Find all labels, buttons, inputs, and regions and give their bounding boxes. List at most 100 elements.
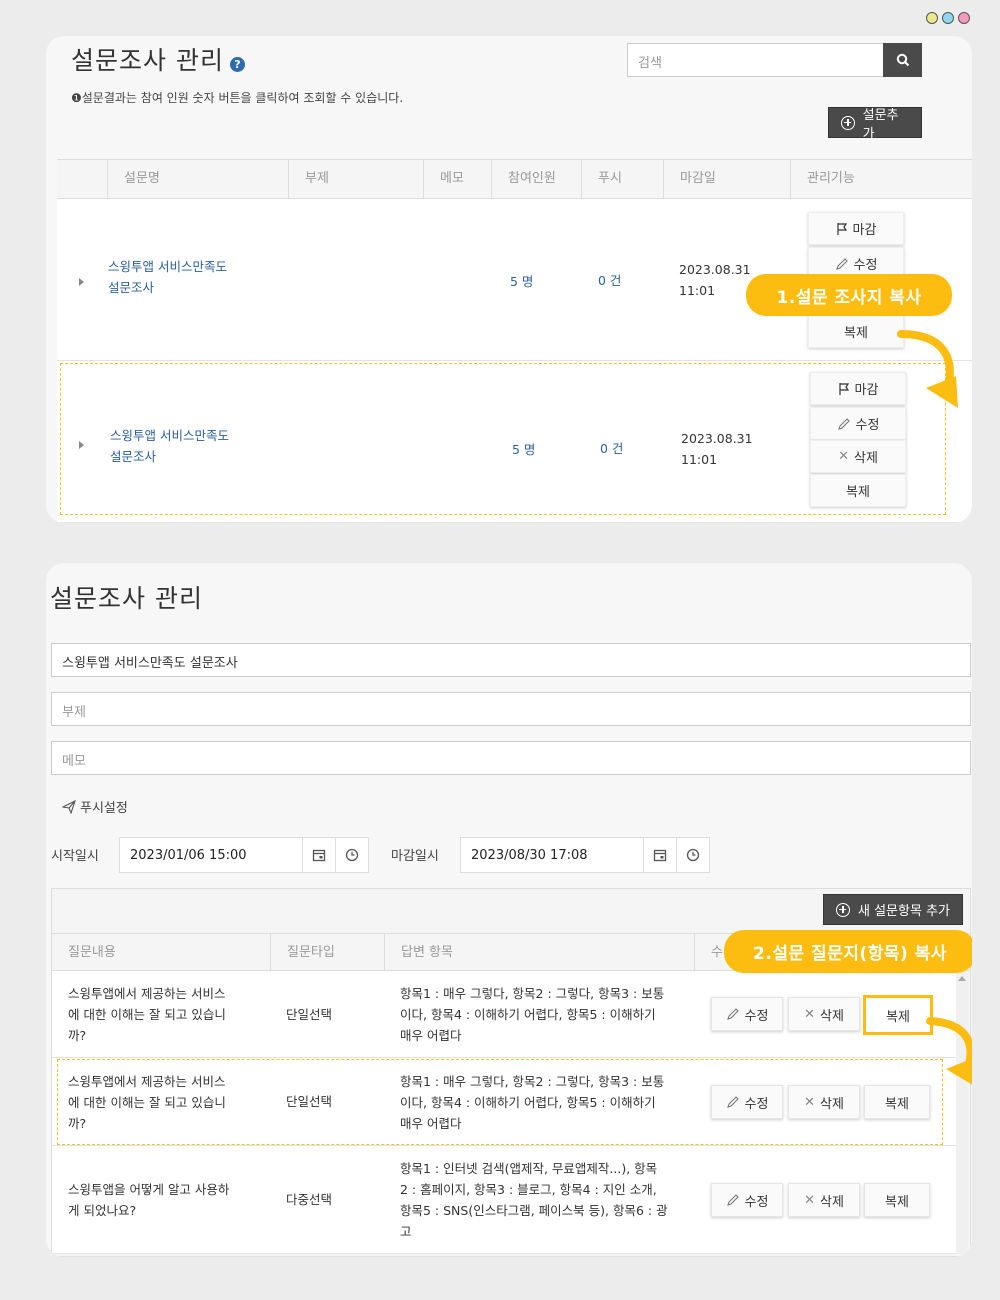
delete-label: 삭제 <box>819 1008 844 1024</box>
copy-label: 복제 <box>885 1194 909 1210</box>
copy-survey-button[interactable]: 복제 <box>808 315 904 348</box>
question-line: 스윙투앱에서 제공하는 서비스 <box>68 1074 226 1089</box>
calendar-icon[interactable] <box>302 838 335 872</box>
answer-line: 이다, 항목4 : 이해하기 어렵다, 항목5 : 이해하기 <box>400 1095 656 1110</box>
col-question: 질문내용 <box>68 945 116 960</box>
clock-icon[interactable] <box>335 838 368 872</box>
flag-icon <box>836 222 847 235</box>
edit-question-button[interactable]: 수정 <box>711 997 783 1031</box>
push-setting-link[interactable]: 푸시설정 <box>62 797 128 816</box>
delete-question-button[interactable]: ✕ 삭제 <box>788 997 860 1031</box>
question-text: 스윙투앱에서 제공하는 서비스 에 대한 이해는 잘 되고 있습니 까? <box>68 1071 226 1134</box>
answer-line: 매우 어렵다 <box>400 1028 462 1043</box>
col-deadline: 마감일 <box>663 160 790 198</box>
curved-arrow-icon <box>897 330 958 408</box>
add-question-label: 새 설문항목 추가 <box>858 904 950 919</box>
copy-question-button[interactable]: 복제 <box>864 1183 930 1217</box>
page-title: 설문조사 관리 <box>50 584 203 613</box>
expand-arrow-icon[interactable] <box>79 278 84 286</box>
deadline-date: 2023.08.31 <box>679 262 751 277</box>
copy-question-button[interactable]: 복제 <box>864 1085 930 1119</box>
edit-label: 수정 <box>744 1096 769 1112</box>
answer-items: 항목1 : 매우 그렇다, 항목2 : 그렇다, 항목3 : 보통 이다, 항목… <box>400 983 664 1046</box>
close-icon: ✕ <box>804 1006 815 1022</box>
delete-question-button[interactable]: ✕ 삭제 <box>788 1085 860 1119</box>
window-dot-pink[interactable] <box>958 12 970 24</box>
pencil-icon <box>726 1194 739 1206</box>
question-line: 스윙투앱을 어떻게 알고 사용하 <box>68 1182 230 1197</box>
delete-survey-button[interactable]: ✕ 삭제 <box>810 440 906 473</box>
delete-question-button[interactable]: ✕ 삭제 <box>788 1183 860 1217</box>
memo-input[interactable]: 메모 <box>51 741 971 775</box>
add-survey-label: 설문추가 <box>862 107 899 142</box>
edit-question-button[interactable]: 수정 <box>711 1183 783 1217</box>
answer-line: 항목1 : 인터넷 검색(앱제작, 무료앱제작...), 항목 <box>400 1161 658 1176</box>
search-button[interactable] <box>883 43 922 77</box>
add-question-button[interactable]: 새 설문항목 추가 <box>823 894 963 925</box>
col-memo: 메모 <box>423 160 491 198</box>
answer-items: 항목1 : 인터넷 검색(앱제작, 무료앱제작...), 항목 2 : 홈페이지… <box>400 1158 668 1242</box>
add-survey-button[interactable]: 설문추가 <box>828 107 922 142</box>
start-datetime-input[interactable]: 2023/01/06 15:00 <box>119 837 369 873</box>
question-type: 다중선택 <box>286 1192 333 1207</box>
survey-name-link[interactable]: 스윙투앱 서비스만족도 설문조사 <box>110 425 229 467</box>
paper-plane-icon <box>62 799 76 814</box>
window-dot-cyan[interactable] <box>942 12 954 24</box>
participants-count-button[interactable]: 5 명 <box>512 439 535 460</box>
search-input[interactable]: 검색 <box>627 43 884 77</box>
close-survey-button[interactable]: 마감 <box>808 212 904 245</box>
close-label: 마감 <box>852 223 877 238</box>
scroll-up-icon[interactable] <box>958 976 966 981</box>
survey-title-input[interactable]: 스윙투앱 서비스만족도 설문조사 <box>51 643 971 677</box>
answer-line: 매우 어렵다 <box>400 1116 462 1131</box>
col-subtitle: 부제 <box>288 160 423 198</box>
start-date-label: 시작일시 <box>51 849 99 864</box>
question-text: 스윙투앱에서 제공하는 서비스 에 대한 이해는 잘 되고 있습니 까? <box>68 983 226 1046</box>
callout-copy-question: 2.설문 질문지(항목) 복사 <box>724 930 972 973</box>
delete-label: 삭제 <box>853 451 878 466</box>
push-count[interactable]: 0 건 <box>600 438 623 459</box>
page-title: 설문조사 관리 <box>71 46 224 75</box>
survey-edit-panel: 설문조사 관리 스윙투앱 서비스만족도 설문조사 부제 메모 푸시설정 시작일시… <box>46 563 972 1257</box>
help-icon[interactable]: ? <box>229 57 245 72</box>
pencil-icon <box>726 1008 739 1020</box>
window-dot-yellow[interactable] <box>926 12 938 24</box>
expand-arrow-icon[interactable] <box>79 441 84 449</box>
edit-survey-button[interactable]: 수정 <box>810 407 906 440</box>
end-datetime-input[interactable]: 2023/08/30 17:08 <box>460 837 710 873</box>
window-controls <box>926 12 970 24</box>
close-icon: ✕ <box>838 449 849 464</box>
end-datetime-value: 2023/08/30 17:08 <box>471 847 588 863</box>
edit-label: 수정 <box>853 258 878 273</box>
question-line: 까? <box>68 1028 87 1043</box>
question-line: 에 대한 이해는 잘 되고 있습니 <box>68 1007 226 1022</box>
push-count[interactable]: 0 건 <box>598 270 621 291</box>
answer-line: 항목1 : 매우 그렇다, 항목2 : 그렇다, 항목3 : 보통 <box>400 986 665 1001</box>
copy-label: 복제 <box>886 1009 910 1025</box>
table-row: 스윙투앱 서비스만족도 설문조사 5 명 0 건 2023.08.31 11:0… <box>57 361 972 523</box>
answer-line: 이다, 항목4 : 이해하기 어렵다, 항목5 : 이해하기 <box>400 1007 656 1022</box>
edit-question-button[interactable]: 수정 <box>711 1085 783 1119</box>
close-survey-button[interactable]: 마감 <box>810 372 906 405</box>
start-datetime-value: 2023/01/06 15:00 <box>130 847 247 863</box>
table-row: 스윙투앱에서 제공하는 서비스 에 대한 이해는 잘 되고 있습니 까? 단일선… <box>52 1058 956 1146</box>
pencil-icon <box>726 1096 739 1108</box>
calendar-icon[interactable] <box>643 838 676 872</box>
answer-line: 고 <box>400 1224 412 1239</box>
clock-icon[interactable] <box>676 838 709 872</box>
deadline-time: 11:01 <box>679 283 716 298</box>
table-row: 스윙투앱에서 제공하는 서비스 에 대한 이해는 잘 되고 있습니 까? 단일선… <box>52 971 956 1058</box>
close-icon: ✕ <box>804 1094 815 1110</box>
search-icon <box>896 53 909 67</box>
callout-copy-survey: 1.설문 조사지 복사 <box>746 274 952 316</box>
pencil-icon <box>837 417 850 430</box>
copy-survey-button[interactable]: 복제 <box>810 474 906 507</box>
edit-label: 수정 <box>744 1008 769 1024</box>
survey-name-link[interactable]: 스윙투앱 서비스만족도 설문조사 <box>108 256 227 298</box>
subtitle-input[interactable]: 부제 <box>51 692 971 726</box>
survey-table-header: 설문명 부제 메모 참여인원 푸시 마감일 관리기능 <box>57 159 972 199</box>
answer-line: 항목1 : 매우 그렇다, 항목2 : 그렇다, 항목3 : 보통 <box>400 1074 665 1089</box>
participants-count-button[interactable]: 5 명 <box>510 271 533 292</box>
copy-question-button[interactable]: 복제 <box>863 995 933 1035</box>
question-line: 게 되었나요? <box>68 1203 137 1218</box>
